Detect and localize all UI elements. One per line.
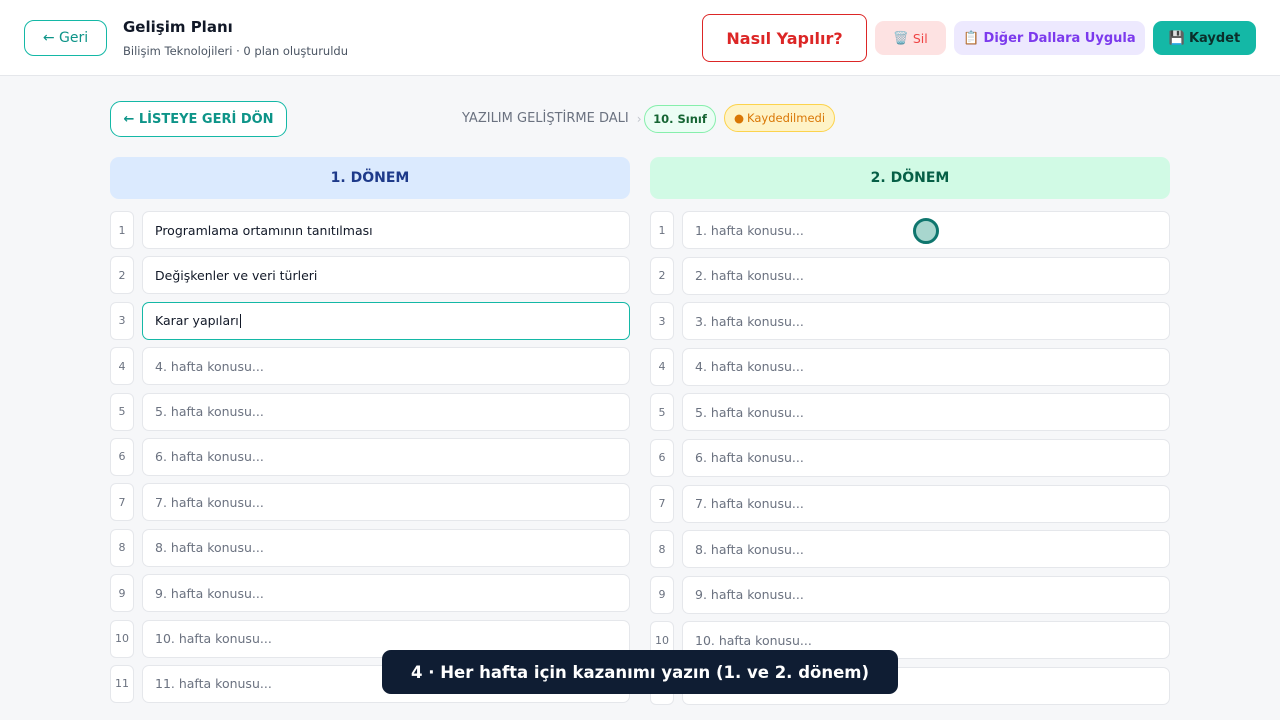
grade-badge: 10. Sınıf [644,105,716,133]
week-number: 4 [110,347,134,386]
week-row: 8 8. hafta konusu... [110,528,630,567]
week-topic-input[interactable]: 5. hafta konusu... [142,392,630,431]
week-number: 1 [650,211,674,249]
week-row: 6 6. hafta konusu... [110,437,630,476]
week-topic-input[interactable]: 4. hafta konusu... [142,347,630,386]
week-row: 2 Değişkenler ve veri türleri [110,256,630,295]
week-row: 4 4. hafta konusu... [650,347,1170,386]
term-1-header: 1. DÖNEM [110,157,630,199]
week-number: 2 [110,256,134,295]
week-topic-input[interactable]: 4. hafta konusu... [682,347,1170,386]
week-row: 8 8. hafta konusu... [650,530,1170,569]
floppy-disk-icon: 💾 [1168,30,1185,46]
week-topic-input[interactable]: 9. hafta konusu... [142,574,630,613]
week-number: 11 [110,664,134,703]
week-number: 3 [110,301,134,340]
trash-icon: 🗑️ [893,30,909,45]
week-topic-input[interactable]: 5. hafta konusu... [682,393,1170,432]
week-number: 4 [650,347,674,386]
text-caret [239,313,241,328]
week-row: 1 Programlama ortamının tanıtılması [110,211,630,249]
week-number: 7 [110,483,134,522]
week-number: 2 [650,256,674,295]
week-row: 5 5. hafta konusu... [650,393,1170,432]
week-topic-input[interactable]: 3. hafta konusu... [682,302,1170,341]
breadcrumb: YAZILIM GELİŞTİRME DALI › [462,111,642,126]
title-block: Gelişim Planı Bilişim Teknolojileri · 0 … [123,18,348,58]
status-badge: ● Kaydedilmedi [724,104,835,132]
save-button[interactable]: 💾 Kaydet [1153,21,1256,55]
week-number: 8 [650,530,674,569]
week-topic-input[interactable]: 8. hafta konusu... [142,528,630,567]
week-topic-value: Karar yapıları [155,313,239,329]
week-number: 7 [650,484,674,523]
back-to-list-button[interactable]: ← LİSTEYE GERİ DÖN [110,101,287,137]
status-label: Kaydedilmedi [747,111,826,125]
week-topic-input[interactable]: 2. hafta konusu... [682,256,1170,295]
week-topic-input-focused[interactable]: Karar yapıları [142,301,630,340]
chevron-right-icon: › [636,111,642,126]
save-label: Kaydet [1188,30,1241,46]
week-topic-input[interactable]: 7. hafta konusu... [142,483,630,522]
week-row: 2 2. hafta konusu... [650,256,1170,295]
week-row: 1 1. hafta konusu... [650,211,1170,249]
week-number: 10 [110,619,134,658]
page-title: Gelişim Planı [123,18,233,36]
week-row: 7 7. hafta konusu... [110,483,630,522]
apply-label: Diğer Dallara Uygula [983,30,1136,46]
week-number: 6 [110,437,134,476]
week-topic-input[interactable]: 8. hafta konusu... [682,530,1170,569]
how-to-button[interactable]: Nasıl Yapılır? [702,14,867,62]
clipboard-icon: 📋 [963,30,980,46]
week-row: 3 3. hafta konusu... [650,302,1170,341]
delete-label: Sil [912,30,928,46]
week-row: 6 6. hafta konusu... [650,438,1170,477]
week-topic-input[interactable]: Programlama ortamının tanıtılması [142,211,630,249]
week-topic-input[interactable]: 7. hafta konusu... [682,484,1170,523]
week-row: 7 7. hafta konusu... [650,484,1170,523]
term-2-header: 2. DÖNEM [650,157,1170,199]
status-dot-icon: ● [733,111,744,125]
page-subtitle: Bilişim Teknolojileri · 0 plan oluşturul… [123,44,348,58]
week-row: 5 5. hafta konusu... [110,392,630,431]
tutorial-step-caption: 4 · Her hafta için kazanımı yazın (1. ve… [382,650,898,694]
week-number: 9 [650,575,674,614]
week-topic-input[interactable]: 6. hafta konusu... [142,437,630,476]
top-bar: ← Geri Gelişim Planı Bilişim Teknolojile… [0,0,1280,76]
week-topic-input[interactable]: 6. hafta konusu... [682,438,1170,477]
week-row: 9 9. hafta konusu... [110,574,630,613]
back-button[interactable]: ← Geri [24,20,107,56]
week-row: 4 4. hafta konusu... [110,347,630,386]
week-row: 9 9. hafta konusu... [650,575,1170,614]
week-number: 9 [110,574,134,613]
term-1-week-list: 1 Programlama ortamının tanıtılması 2 Deği… [110,211,630,710]
week-row: 3 Karar yapıları [110,301,630,340]
week-number: 6 [650,438,674,477]
apply-to-other-branches-button[interactable]: 📋 Diğer Dallara Uygula [954,21,1145,55]
week-number: 8 [110,528,134,567]
week-topic-input[interactable]: Değişkenler ve veri türleri [142,256,630,295]
week-number: 3 [650,302,674,341]
delete-button[interactable]: 🗑️ Sil [875,21,946,55]
week-number: 1 [110,211,134,249]
term-2-week-list: 1 1. hafta konusu... 2 2. hafta konusu... … [650,211,1170,713]
week-number: 5 [650,393,674,432]
branch-name: YAZILIM GELİŞTİRME DALI [462,111,629,126]
week-topic-input[interactable]: 9. hafta konusu... [682,575,1170,614]
mouse-cursor-indicator [913,218,939,244]
week-number: 5 [110,392,134,431]
